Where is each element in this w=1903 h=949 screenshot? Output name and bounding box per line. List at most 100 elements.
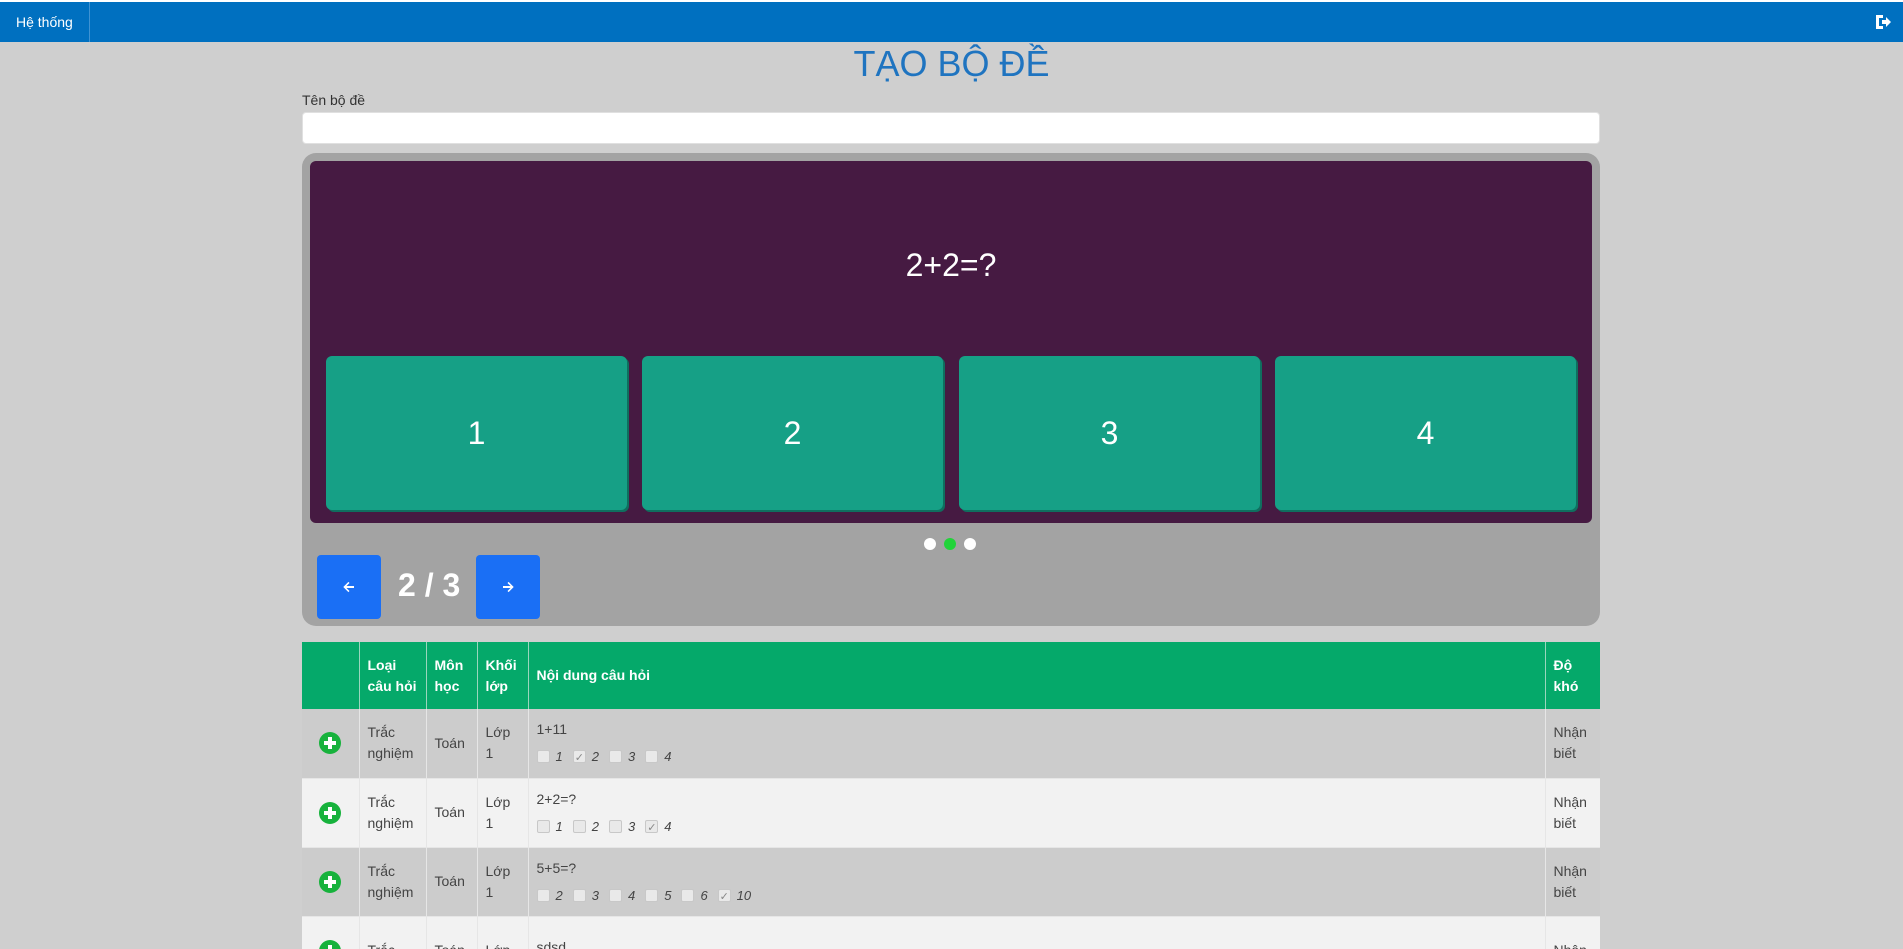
checkbox (608, 888, 622, 902)
checked-checkbox (645, 818, 659, 839)
arrow-left-icon (343, 581, 354, 593)
answer-choice: 4 (608, 885, 636, 906)
cell-difficulty: Nhận biết (1545, 847, 1600, 917)
answer-choice-label: 4 (664, 818, 672, 834)
checkbox (681, 888, 695, 902)
set-name-label: Tên bộ đề (302, 92, 366, 108)
col-header-grade: Khối lớp (477, 642, 529, 709)
answer-choice-label: 2 (555, 887, 563, 903)
nav-system-menu[interactable]: Hệ thống (0, 2, 90, 42)
add-question-icon[interactable] (319, 732, 342, 755)
question-text: sdsd (536, 939, 567, 949)
answer-choice: 2 (572, 746, 599, 769)
answer-option-1[interactable]: 1 (326, 356, 627, 510)
question-preview: 2+2=? 1 2 3 4 2 / 3 (302, 153, 1600, 626)
answer-choice: 2 (536, 885, 563, 906)
answer-choice-label: 3 (627, 749, 636, 765)
question-text: 5+5=? (536, 859, 577, 876)
answer-option-2[interactable]: 2 (642, 356, 943, 510)
answer-choice: 5 (645, 885, 671, 906)
top-navbar: Hệ thống (0, 0, 1903, 42)
answer-choice: 3 (572, 885, 599, 906)
set-name-input[interactable] (302, 112, 1600, 144)
answer-choice: 1 (536, 816, 563, 837)
answer-choice-label: 3 (627, 818, 636, 834)
next-question-button[interactable] (476, 555, 540, 619)
cell-content: 5+5=? 2 3 4 5 6 10 (528, 847, 1546, 917)
checkbox (608, 819, 622, 833)
checkbox (572, 888, 586, 902)
prev-question-button[interactable] (317, 555, 381, 619)
cell-grade: Lớp 1 (477, 709, 529, 779)
col-header-type: Loại câu hỏi (359, 642, 427, 709)
cell-type: Trắc nghiệm (359, 709, 427, 779)
arrow-right-icon (503, 581, 514, 593)
answer-choices: 2 3 4 5 6 10 (536, 885, 1537, 908)
answer-option-3[interactable]: 3 (959, 356, 1260, 510)
question-slide: 2+2=? 1 2 3 4 (310, 161, 1592, 523)
answer-choice-label: 1 (555, 749, 563, 765)
add-question-icon[interactable] (319, 939, 342, 949)
checkbox (572, 819, 586, 833)
cell-grade: Lớp 1 (477, 778, 529, 848)
col-header-subject: Môn học (426, 642, 478, 709)
cell-content: 1+11 1 2 3 4 (528, 709, 1546, 779)
table-row: TrắcToánLớpsdsd Nhận (302, 916, 1600, 949)
answer-choice-label: 4 (627, 887, 636, 903)
cell-difficulty: Nhận (1545, 916, 1600, 949)
add-cell[interactable] (302, 709, 360, 779)
table-header-row: Loại câu hỏi Môn học Khối lớp Nội dung c… (302, 642, 1600, 709)
answer-choice-label: 2 (591, 749, 599, 765)
add-question-icon[interactable] (319, 801, 342, 824)
checkbox (645, 888, 659, 902)
cell-subject: Toán (426, 709, 478, 779)
cell-type: Trắc (359, 916, 427, 949)
question-text: 2+2=? (536, 790, 577, 807)
answer-choice-label: 1 (555, 818, 563, 834)
answer-option-4[interactable]: 4 (1275, 356, 1576, 510)
carousel-dot[interactable] (964, 538, 976, 550)
col-header-content: Nội dung câu hỏi (528, 642, 1546, 709)
checked-checkbox (717, 887, 731, 908)
checked-checkbox (572, 748, 586, 769)
cell-content: sdsd (528, 916, 1546, 949)
checkbox (645, 750, 659, 764)
answer-choice: 6 (681, 885, 708, 906)
cell-subject: Toán (426, 778, 478, 848)
cell-grade: Lớp 1 (477, 847, 529, 917)
slide-question-text: 2+2=? (905, 247, 997, 283)
add-cell[interactable] (302, 778, 360, 848)
answer-choice-label: 10 (736, 887, 752, 903)
cell-content: 2+2=? 1 2 3 4 (528, 778, 1546, 848)
question-text: 1+11 (536, 721, 568, 738)
table-row: Trắc nghiệmToánLớp 1 5+5=? 2 3 4 5 6 10 Nhận biế… (302, 847, 1600, 917)
carousel-dot[interactable] (924, 538, 936, 550)
answer-choice: 10 (717, 885, 752, 908)
carousel-dot-active[interactable] (944, 538, 956, 550)
cell-difficulty: Nhận biết (1545, 778, 1600, 848)
checkbox (536, 888, 550, 902)
col-header-difficulty: Độ khó (1545, 642, 1600, 709)
cell-subject: Toán (426, 916, 478, 949)
add-cell[interactable] (302, 916, 360, 949)
answer-choice: 1 (536, 746, 563, 767)
cell-type: Trắc nghiệm (359, 847, 427, 917)
cell-subject: Toán (426, 847, 478, 917)
table-row: Trắc nghiệmToánLớp 1 1+11 1 2 3 4 Nhận biết (302, 709, 1600, 779)
checkbox (608, 750, 622, 764)
carousel-dots (924, 538, 976, 550)
cell-grade: Lớp (477, 916, 529, 949)
answer-choices: 1 2 3 4 (536, 816, 1537, 839)
answer-choice: 4 (645, 816, 672, 839)
add-cell[interactable] (302, 847, 360, 917)
logout-icon[interactable] (1873, 12, 1893, 32)
add-question-icon[interactable] (319, 870, 342, 893)
question-counter: 2 / 3 (398, 567, 461, 603)
cell-difficulty: Nhận biết (1545, 709, 1600, 779)
table-row: Trắc nghiệmToánLớp 1 2+2=? 1 2 3 4 Nhận biết (302, 778, 1600, 848)
answer-choice-label: 4 (664, 749, 672, 765)
checkbox (536, 819, 550, 833)
answer-choice: 3 (608, 746, 636, 767)
answer-choice: 3 (608, 816, 636, 837)
answer-choice-label: 2 (591, 818, 599, 834)
